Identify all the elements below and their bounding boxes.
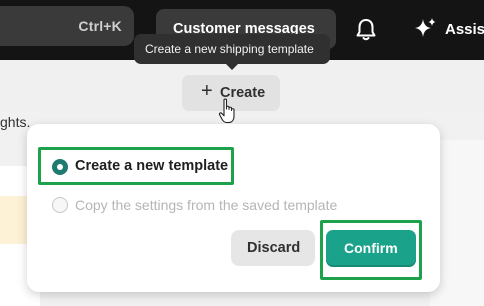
radio-create-new-template[interactable] [52, 159, 68, 175]
confirm-button-label: Confirm [344, 240, 398, 256]
create-tooltip: Create a new shipping template [134, 34, 330, 70]
option-copy-saved-template-label[interactable]: Copy the settings from the saved templat… [75, 197, 337, 213]
tooltip-arrow [226, 64, 238, 70]
hand-pointer-cursor-icon [218, 98, 235, 124]
bell-icon[interactable] [353, 17, 379, 43]
discard-button[interactable]: Discard [231, 230, 315, 266]
confirm-button[interactable]: Confirm [326, 230, 416, 267]
create-options-popover: Create a new template Copy the settings … [27, 124, 440, 292]
option-create-new-template-label[interactable]: Create a new template [75, 158, 228, 174]
partial-page-text: ghts. [0, 114, 31, 130]
tooltip-text: Create a new shipping template [145, 42, 314, 56]
search-bar[interactable]: Ctrl+K [0, 6, 134, 46]
discard-button-label: Discard [247, 240, 301, 256]
search-shortcut: Ctrl+K [78, 18, 122, 34]
radio-copy-saved-template[interactable] [52, 197, 68, 213]
sparkle-icon[interactable] [412, 16, 438, 42]
plus-icon: + [201, 80, 213, 102]
assist-label[interactable]: Assist [445, 21, 484, 38]
